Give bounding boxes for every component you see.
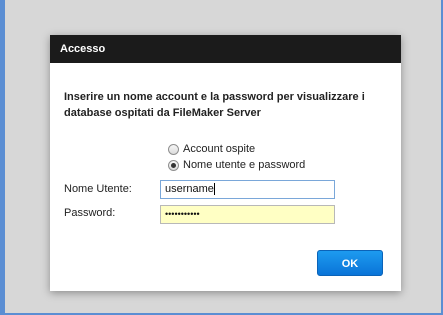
password-field[interactable]: ••••••••••• xyxy=(160,205,335,224)
ok-button[interactable]: OK xyxy=(317,250,383,276)
guest-account-label: Account ospite xyxy=(183,143,256,155)
username-label: Nome Utente: xyxy=(64,183,132,195)
password-value: ••••••••••• xyxy=(165,209,200,219)
text-caret xyxy=(213,183,215,196)
username-field[interactable]: username xyxy=(160,180,335,199)
username-value: username xyxy=(165,183,214,195)
username-password-label: Nome utente e password xyxy=(183,159,306,171)
dialog-title: Accesso xyxy=(50,35,401,63)
guest-account-option[interactable]: Account ospite xyxy=(168,143,255,155)
password-label: Password: xyxy=(64,207,116,219)
login-dialog: Accesso Inserire un nome account e la pa… xyxy=(50,35,401,291)
instructions-text: Inserire un nome account e la password p… xyxy=(64,91,365,119)
radio-unchecked-icon[interactable] xyxy=(168,143,179,155)
radio-checked-icon[interactable] xyxy=(168,159,179,171)
username-password-option[interactable]: Nome utente e password xyxy=(168,159,305,171)
